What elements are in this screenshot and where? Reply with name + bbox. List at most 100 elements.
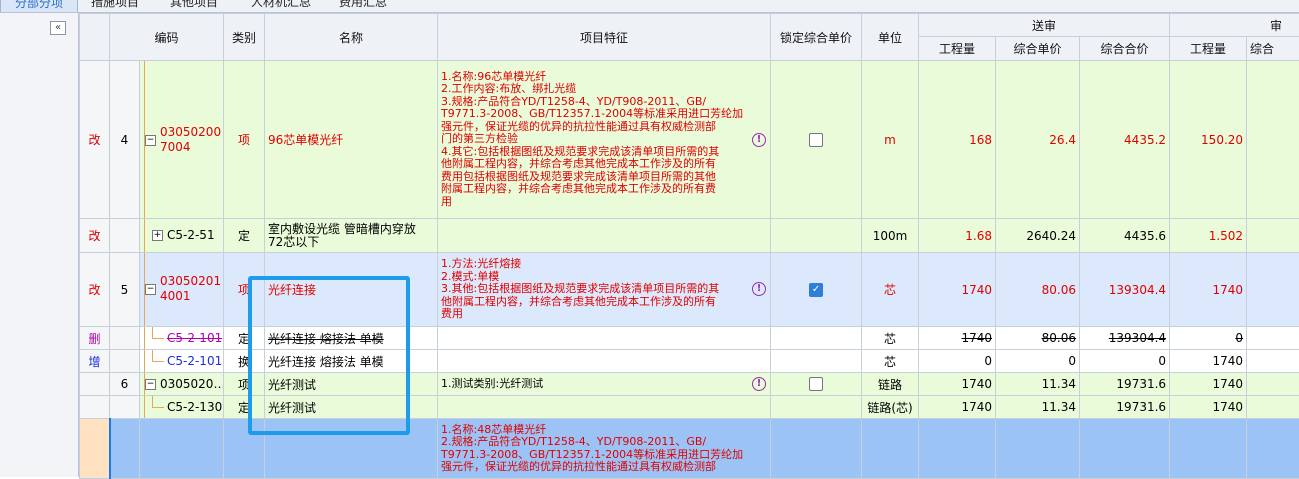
row-qty2[interactable]: 1740 — [1170, 253, 1247, 327]
table-row[interactable]: C5-2-130 定 光纤测试 链路(芯) 1740 11.34 19731.6… — [80, 396, 1299, 419]
row-code-cell[interactable]: − 030502014001 — [140, 253, 224, 327]
row-unit-price[interactable]: 0 — [996, 350, 1080, 373]
collapse-icon[interactable]: − — [145, 284, 156, 295]
row-unit-price2 — [1247, 219, 1299, 253]
feature-line: 2.规格:产品符合YD/T1258-4、YD/T908-2011、GB/ — [441, 436, 767, 449]
row-seq — [110, 419, 140, 479]
lock-price-checkbox[interactable] — [809, 377, 823, 391]
row-qty2[interactable]: 1740 — [1170, 350, 1247, 373]
table-row[interactable]: 删 C5-2-101 定 光纤连接 熔接法 单模 芯 1740 80.06 13… — [80, 327, 1299, 350]
row-unit-price[interactable]: 11.34 — [996, 373, 1080, 396]
warning-icon[interactable]: ! — [752, 282, 766, 296]
row-code-cell[interactable] — [140, 419, 224, 479]
feature-line: 1.方法:光纤熔接 — [441, 258, 767, 271]
col-feature[interactable]: 项目特征 — [438, 14, 771, 61]
row-code: C5-2-101 — [167, 331, 222, 345]
row-qty[interactable]: 1740 — [919, 396, 996, 419]
warning-icon[interactable]: ! — [752, 133, 766, 147]
row-name[interactable]: 室内敷设光缆 管暗槽内穿放 72芯以下 — [265, 219, 438, 253]
collapse-icon[interactable]: − — [145, 135, 156, 146]
row-qty[interactable]: 1740 — [919, 373, 996, 396]
row-unit: 芯 — [862, 327, 919, 350]
col-unit[interactable]: 单位 — [862, 14, 919, 61]
feature-line: T9771.3-2008、GB/T12357.1-2004等标准采用进口芳纶加 — [441, 108, 767, 121]
tab-qita[interactable]: 其他项目 — [163, 0, 225, 11]
row-unit-price[interactable]: 26.4 — [996, 61, 1080, 219]
tab-cuoshi[interactable]: 措施项目 — [84, 0, 146, 11]
col-code[interactable]: 编码 — [110, 14, 224, 61]
row-qty[interactable]: 1740 — [919, 327, 996, 350]
table-row[interactable]: 增 C5-2-101 换 光纤连接 熔接法 单模 芯 0 0 0 1740 — [80, 350, 1299, 373]
row-mark: 增 — [80, 350, 110, 373]
col-total-price[interactable]: 综合合价 — [1080, 37, 1170, 61]
row-feature[interactable] — [438, 396, 771, 419]
row-unit-price[interactable] — [996, 419, 1080, 479]
col-name[interactable]: 名称 — [265, 14, 438, 61]
lock-price-cell — [771, 61, 862, 219]
row-code-cell[interactable]: − 030502007004 — [140, 61, 224, 219]
table-row[interactable]: 6 − 0305020… 项 光纤测试 1.测试类别:光纤测试 ! 链路 174… — [80, 373, 1299, 396]
lock-price-checkbox[interactable]: ✓ — [809, 283, 823, 297]
warning-icon[interactable]: ! — [752, 377, 766, 391]
row-code: 030502014001 — [160, 274, 222, 304]
col-lock-price[interactable]: 锁定综合单价 — [771, 14, 862, 61]
row-feature[interactable] — [438, 327, 771, 350]
lock-price-checkbox[interactable] — [809, 133, 823, 147]
row-unit-price[interactable]: 80.06 — [996, 327, 1080, 350]
row-unit-price[interactable]: 2640.24 — [996, 219, 1080, 253]
row-code-cell[interactable]: C5-2-130 — [140, 396, 224, 419]
expand-icon[interactable]: + — [152, 230, 163, 241]
row-code-cell[interactable]: + C5-2-51 — [140, 219, 224, 253]
row-mark: 改 — [80, 61, 110, 219]
tab-rencaiji[interactable]: 人材机汇总 — [244, 0, 318, 11]
feature-line: 2.工作内容:布放、绑扎光缆 — [441, 83, 767, 96]
row-feature[interactable]: 1.测试类别:光纤测试 ! — [438, 373, 771, 396]
feature-line: 附属工程内容，并综合考虑其他完成本工作涉及的所有费 — [441, 183, 767, 196]
row-name[interactable]: 光纤连接 熔接法 单模 — [265, 327, 438, 350]
row-qty2[interactable]: 150.20 — [1170, 61, 1247, 219]
tab-feiyong[interactable]: 费用汇总 — [332, 0, 394, 11]
row-qty2[interactable]: 1740 — [1170, 373, 1247, 396]
row-qty2[interactable]: 1.502 — [1170, 219, 1247, 253]
row-qty[interactable] — [919, 419, 996, 479]
row-name[interactable]: 光纤测试 — [265, 396, 438, 419]
col-qty2[interactable]: 工程量 — [1170, 37, 1247, 61]
table-row-selected[interactable]: 1.名称:48芯单模光纤 2.规格:产品符合YD/T1258-4、YD/T908… — [80, 419, 1299, 479]
row-qty[interactable]: 1740 — [919, 253, 996, 327]
row-qty[interactable]: 1.68 — [919, 219, 996, 253]
table-row[interactable]: 改 5 − 030502014001 项 光纤连接 1.方法:光纤熔接 2.模式… — [80, 253, 1299, 327]
row-feature[interactable]: 1.名称:96芯单模光纤 2.工作内容:布放、绑扎光缆 3.规格:产品符合YD/… — [438, 61, 771, 219]
row-qty[interactable]: 0 — [919, 350, 996, 373]
row-qty2[interactable] — [1170, 419, 1247, 479]
row-unit-price2 — [1247, 350, 1299, 373]
row-feature[interactable] — [438, 219, 771, 253]
row-code-cell[interactable]: C5-2-101 — [140, 327, 224, 350]
collapse-sidebar-icon[interactable]: « — [50, 21, 66, 35]
tab-fenbu[interactable]: 分部分项 — [0, 0, 78, 12]
row-feature[interactable]: 1.方法:光纤熔接 2.模式:单模 3.其他:包括根据图纸及规范要求完成该清单项… — [438, 253, 771, 327]
table-row[interactable]: 改 4 − 030502007004 项 96芯单模光纤 1.名称:96芯单模光… — [80, 61, 1299, 219]
row-code-cell[interactable]: C5-2-101 — [140, 350, 224, 373]
row-feature[interactable] — [438, 350, 771, 373]
row-unit-price[interactable]: 80.06 — [996, 253, 1080, 327]
feature-line: 门的第三方检验 — [441, 133, 767, 146]
row-unit-price[interactable]: 11.34 — [996, 396, 1080, 419]
col-category[interactable]: 类别 — [224, 14, 265, 61]
row-name[interactable]: 96芯单模光纤 — [265, 61, 438, 219]
table-row[interactable]: 改 + C5-2-51 定 室内敷设光缆 管暗槽内穿放 72芯以下 100m 1… — [80, 219, 1299, 253]
row-name[interactable]: 光纤连接 — [265, 253, 438, 327]
row-qty[interactable]: 168 — [919, 61, 996, 219]
row-qty2[interactable]: 0 — [1170, 327, 1247, 350]
col-unit-price[interactable]: 综合单价 — [996, 37, 1080, 61]
row-name[interactable]: 光纤测试 — [265, 373, 438, 396]
row-qty2[interactable]: 1740 — [1170, 396, 1247, 419]
row-name[interactable]: 光纤连接 熔接法 单模 — [265, 350, 438, 373]
col-unit-price2[interactable]: 综合 — [1247, 37, 1299, 61]
collapse-icon[interactable]: − — [145, 379, 156, 390]
row-code: 0305020… — [160, 377, 224, 391]
col-qty[interactable]: 工程量 — [919, 37, 996, 61]
row-unit-price2 — [1247, 419, 1299, 479]
row-code-cell[interactable]: − 0305020… — [140, 373, 224, 396]
row-feature[interactable]: 1.名称:48芯单模光纤 2.规格:产品符合YD/T1258-4、YD/T908… — [438, 419, 771, 479]
row-name[interactable] — [265, 419, 438, 479]
